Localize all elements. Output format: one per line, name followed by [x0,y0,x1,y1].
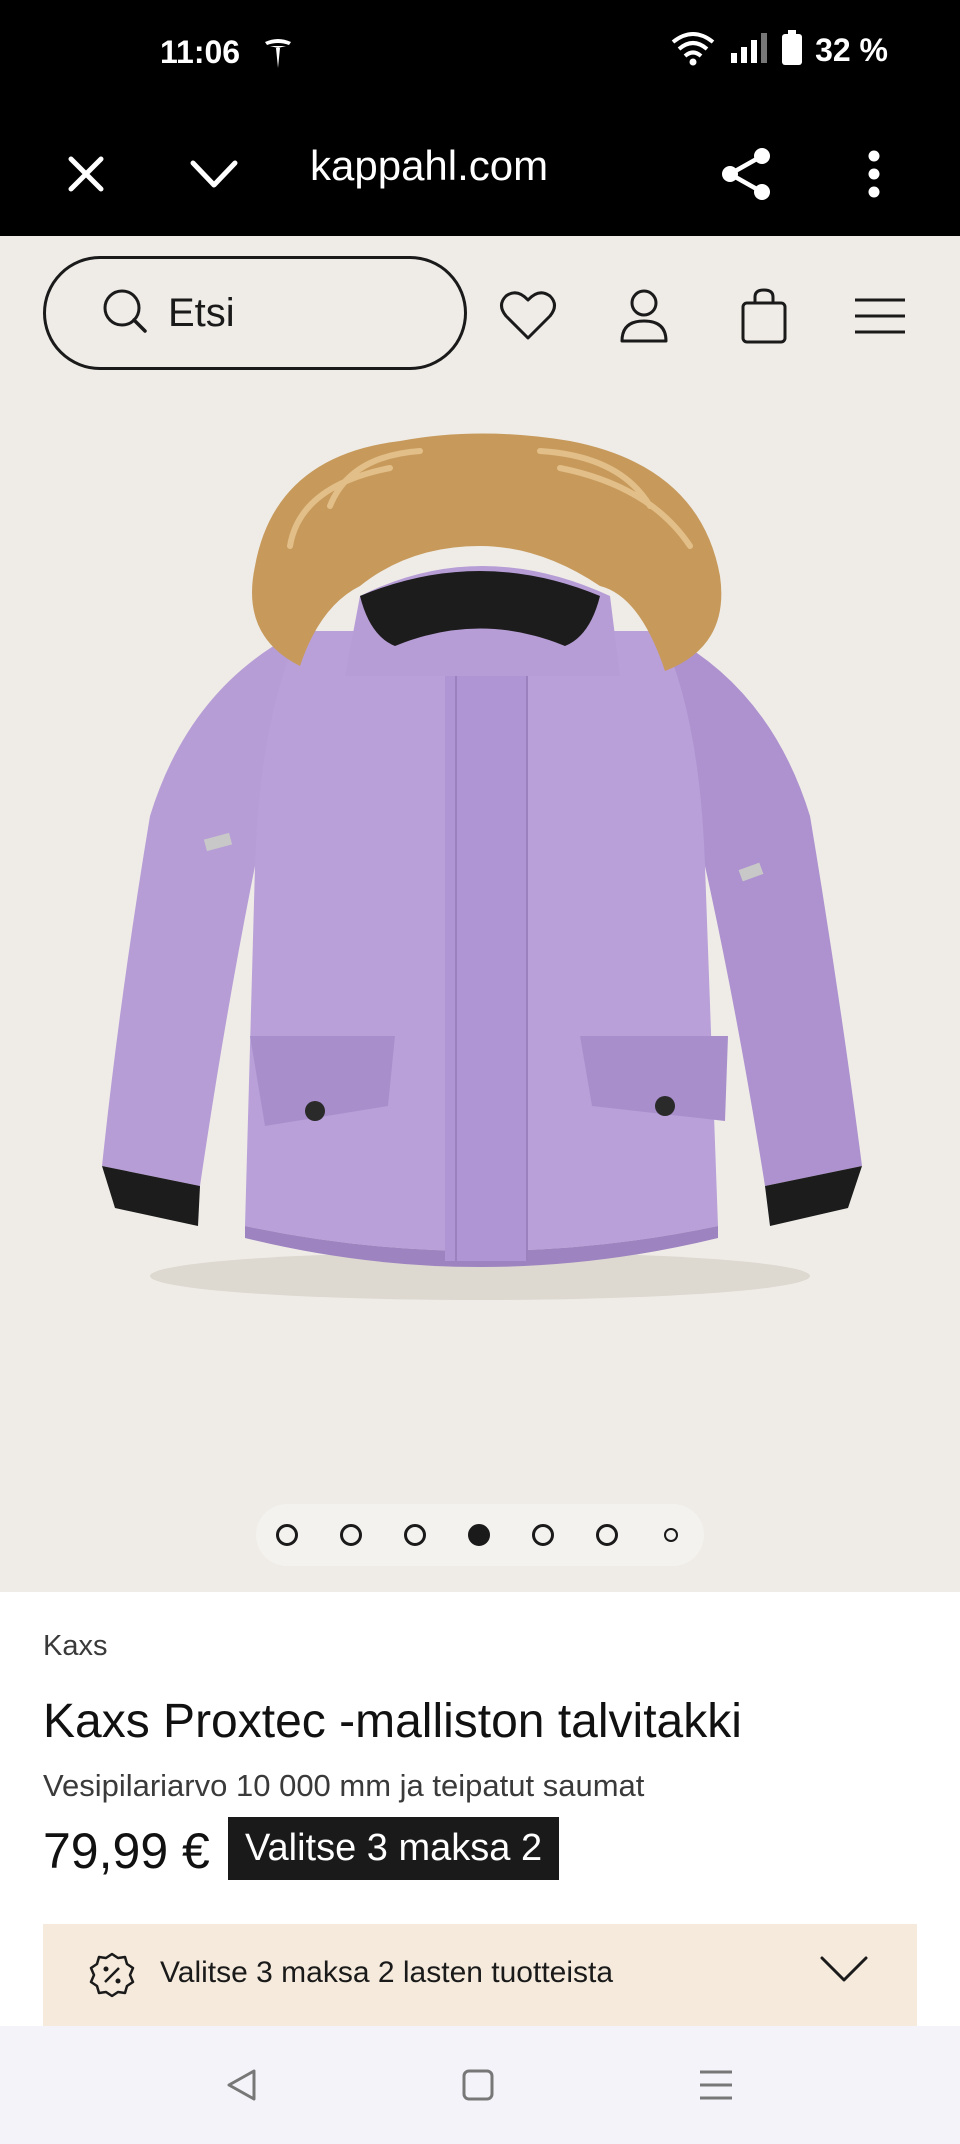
search-input[interactable] [166,289,420,337]
status-time: 11:06 [160,34,241,70]
more-options-button[interactable] [838,138,910,210]
close-icon [68,156,104,192]
product-price: 79,99 € [43,1823,210,1879]
carousel-dot[interactable] [596,1524,618,1546]
status-icons: 32 % [669,30,888,71]
user-icon [620,289,668,343]
carousel-dot-active[interactable] [468,1524,490,1546]
battery-percentage: 32 % [815,32,888,68]
offer-accordion[interactable]: Valitse 3 maksa 2 lasten tuotteista [43,1924,917,2026]
heart-icon [500,291,556,340]
home-square-icon [462,2069,494,2101]
nav-recents-button[interactable] [686,2060,746,2110]
battery-icon [781,30,803,71]
wishlist-button[interactable] [496,284,560,348]
shopping-bag-icon [741,288,787,344]
carousel-dot[interactable] [664,1528,678,1542]
search-box[interactable] [43,256,467,370]
account-button[interactable] [612,284,676,348]
close-tab-button[interactable] [50,138,122,210]
product-jacket-image [102,433,862,1300]
offer-text: Valitse 3 maksa 2 lasten tuotteista [160,1956,614,1989]
recents-menu-icon [700,2070,732,2100]
address-bar-url[interactable]: kappahl.com [310,142,548,190]
carousel-dot[interactable] [532,1524,554,1546]
product-brand[interactable]: Kaxs [43,1630,107,1663]
menu-button[interactable] [848,284,912,348]
minimize-page-button[interactable] [178,138,250,210]
carousel-indicator [256,1504,704,1566]
carousel-dot[interactable] [404,1524,426,1546]
nav-back-button[interactable] [212,2060,272,2110]
nav-home-button[interactable] [448,2060,508,2110]
more-vertical-icon [868,150,880,198]
share-button[interactable] [710,138,782,210]
signal-icon [729,31,769,70]
browser-toolbar: kappahl.com [0,112,960,236]
share-icon [722,148,770,200]
product-image-carousel[interactable] [0,396,960,1592]
promo-badge: Valitse 3 maksa 2 [228,1817,560,1880]
tesla-icon [262,36,294,75]
system-navigation-bar [0,2026,960,2144]
cart-button[interactable] [732,284,796,348]
chevron-down-icon [819,1954,869,1989]
chevron-down-icon [190,160,238,188]
product-title: Kaxs Proxtec -malliston talvitakki [43,1695,742,1748]
hamburger-menu-icon [855,298,905,334]
back-triangle-icon [227,2069,256,2101]
site-header [0,236,960,396]
discount-badge-icon [88,1951,136,2004]
carousel-dot[interactable] [340,1524,362,1546]
wifi-icon [669,30,717,71]
product-subtitle: Vesipilariarvo 10 000 mm ja teipatut sau… [43,1768,645,1803]
status-bar: 11:06 32 % [0,0,960,112]
search-icon [102,288,148,339]
carousel-dot[interactable] [276,1524,298,1546]
